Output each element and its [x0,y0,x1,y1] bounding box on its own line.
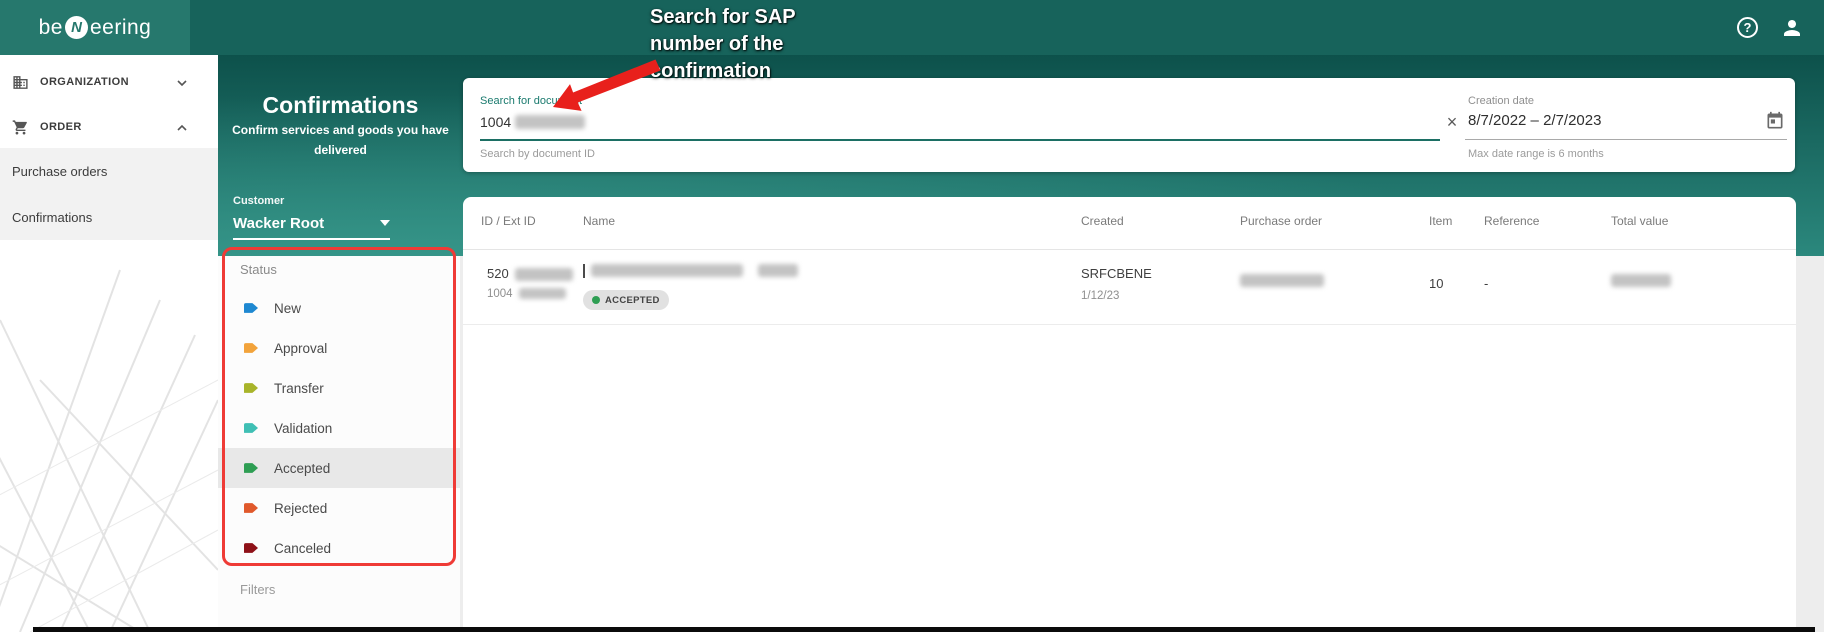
accepted-dot-icon [592,296,600,304]
search-helper-text: Search by document ID [480,148,595,160]
cell-id: 520 [487,266,573,281]
order-label: ORDER [40,121,82,133]
sidebar-item-confirmations[interactable]: Confirmations [0,194,218,240]
annotation-text: Search for SAP number of the confirmatio… [650,4,796,85]
organization-building-icon [12,73,30,91]
status-tag-icon [244,543,258,554]
help-icon[interactable]: ? [1737,17,1758,38]
status-heading: Status [240,262,277,277]
redacted-id [515,268,573,281]
user-account-icon[interactable] [1780,16,1804,40]
status-badge: ACCEPTED [583,290,669,310]
col-name: Name [583,214,615,228]
redacted-name-suffix [758,264,798,277]
annotation-arrow-icon [550,57,665,113]
clear-search-icon[interactable]: × [1441,111,1463,133]
status-filter-panel: Status New Approval Transfer Validation … [218,256,460,632]
table-header-row: ID / Ext ID Name Created Purchase order … [463,197,1796,250]
bottom-window-edge [33,627,1815,632]
customer-label: Customer [233,195,284,207]
status-item-approval[interactable]: Approval [218,328,460,368]
redacted-ext-id [519,288,566,299]
logo-text-prefix: be [39,16,63,40]
creation-date-helper-text: Max date range is 6 months [1468,148,1604,160]
cell-ext-id: 1004 [487,288,566,300]
status-item-validation[interactable]: Validation [218,408,460,448]
purchase-orders-label: Purchase orders [12,164,107,179]
creation-date-underline [1465,139,1787,140]
logo: be N eering [0,0,190,55]
col-created: Created [1081,214,1124,228]
cell-created-date: 1/12/23 [1081,290,1119,302]
redacted-purchase-order [1240,274,1324,287]
redacted-total-value [1611,274,1671,287]
chevron-up-icon [176,121,188,133]
search-underline [480,139,1440,141]
status-tag-icon [244,343,258,354]
calendar-icon[interactable] [1765,111,1785,131]
col-purchase-order: Purchase order [1240,214,1322,228]
organization-label: ORGANIZATION [40,76,129,88]
redacted-name [591,264,743,277]
table-row[interactable]: 520 1004 ACCEPTED SRFCBENE 1/12/23 [463,250,1796,325]
status-list: New Approval Transfer Validation Accepte… [218,288,460,568]
col-item: Item [1429,214,1452,228]
status-badge-label: ACCEPTED [605,295,660,306]
sidebar-section-organization[interactable]: ORGANIZATION [0,65,218,99]
status-tag-icon [244,503,258,514]
cell-name [583,262,798,280]
creation-date-label: Creation date [1468,95,1534,107]
status-tag-icon [244,383,258,394]
page-title: Confirmations [218,92,463,119]
order-cart-icon [12,118,30,136]
status-tag-icon [244,423,258,434]
status-item-transfer[interactable]: Transfer [218,368,460,408]
name-first-glyph [583,264,585,278]
top-header-bar: be N eering ? [0,0,1824,55]
sidebar-item-purchase-orders[interactable]: Purchase orders [0,148,218,194]
confirmations-label: Confirmations [12,210,92,225]
status-item-accepted[interactable]: Accepted [218,448,460,488]
search-input[interactable]: 1004 [480,114,585,130]
chevron-down-icon [176,76,188,88]
confirmations-table: ID / Ext ID Name Created Purchase order … [463,197,1796,632]
status-item-rejected[interactable]: Rejected [218,488,460,528]
logo-text-suffix: eering [90,16,151,40]
col-reference: Reference [1484,214,1539,228]
status-tag-icon [244,463,258,474]
customer-underline [233,238,390,240]
sidebar-section-order[interactable]: ORDER [0,110,218,144]
building-watermark-image [0,240,218,632]
col-total-value: Total value [1611,214,1668,228]
sidebar-nav: ORGANIZATION ORDER Purchase orders Confi… [0,55,218,632]
page-subtitle: Confirm services and goods you have deli… [223,120,458,160]
logo-n-icon: N [65,16,88,39]
app-window: be N eering ? ORGANIZATIO [0,0,1824,632]
cell-item: 10 [1429,276,1443,291]
customer-dropdown[interactable]: Wacker Root [233,212,390,234]
redacted-search-value [515,115,585,129]
cell-created-system: SRFCBENE [1081,266,1152,281]
filters-heading[interactable]: Filters [240,582,275,597]
col-id-ext-id: ID / Ext ID [481,214,536,228]
customer-value: Wacker Root [233,215,324,232]
order-submenu: Purchase orders Confirmations [0,148,218,240]
status-item-new[interactable]: New [218,288,460,328]
cell-reference: - [1484,276,1488,291]
status-tag-icon [244,303,258,314]
status-item-canceled[interactable]: Canceled [218,528,460,568]
creation-date-input[interactable]: 8/7/2022 – 2/7/2023 [1468,112,1601,129]
dropdown-caret-icon [380,220,390,226]
